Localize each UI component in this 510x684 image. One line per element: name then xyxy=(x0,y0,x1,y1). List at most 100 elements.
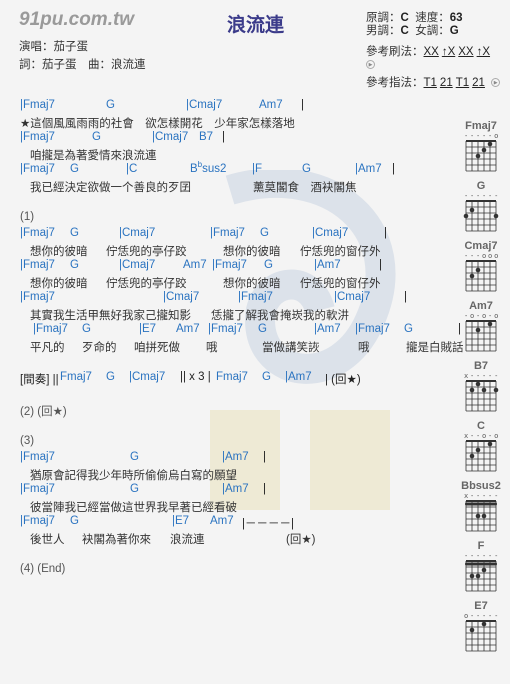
open-muted-string-marks: ---ooo xyxy=(464,252,501,260)
hold-mark: |－－－－| xyxy=(242,518,294,530)
pick-pattern: 參考指法：T1 21 T1 21 ▶ xyxy=(366,74,501,90)
chord-name: G xyxy=(476,180,486,192)
chord: Fmaj7 xyxy=(216,371,248,383)
chord-name: E7 xyxy=(474,600,488,612)
chord: |Am7 xyxy=(314,323,341,335)
lyric: 袂閣為著你來 xyxy=(82,534,151,546)
chord: Bbsus2 xyxy=(190,160,227,175)
chord-diagram-fmaj7: Fmaj7 -----o xyxy=(458,120,504,174)
chord-diagram-bbsus2: Bbsus2 x----- xyxy=(458,480,504,534)
chord: |Am7 xyxy=(285,371,312,383)
bar-line: | xyxy=(384,227,387,239)
chord: G xyxy=(106,99,115,111)
chord: |Am7 xyxy=(222,451,249,463)
open-muted-string-marks: x----- xyxy=(464,492,501,500)
lyric: 哦 xyxy=(358,342,370,354)
section-label: (3) xyxy=(20,435,35,447)
section-label: (1) xyxy=(20,211,35,223)
fretboard-grid xyxy=(465,500,497,532)
fretboard-grid xyxy=(465,380,499,412)
bar-line: | xyxy=(404,291,407,303)
open-muted-string-marks: -o-o-o xyxy=(464,312,501,320)
chord: |Cmaj7 xyxy=(129,371,166,383)
fretboard-grid xyxy=(465,320,497,352)
chord-name: B7 xyxy=(473,360,489,372)
chord-diagram-g: G ------ xyxy=(458,180,504,234)
lyric: 恁攏了解我會掩崁我的軟汫 xyxy=(211,310,349,322)
chord: Am7 xyxy=(176,323,200,335)
bar-line: | xyxy=(301,99,304,111)
chord: |Am7 xyxy=(314,259,341,271)
chord: Am7 xyxy=(183,259,207,271)
chord: G xyxy=(70,227,79,239)
chord: G xyxy=(70,259,79,271)
chord: |Fmaj7 xyxy=(20,515,55,527)
lyric: 想你的彼暗 xyxy=(223,246,281,258)
chord-name: C xyxy=(477,420,485,432)
open-muted-string-marks: x----- xyxy=(464,372,501,380)
lyric: 想你的彼暗 xyxy=(223,278,281,290)
chord-diagram-am7: Am7 -o-o-o xyxy=(458,300,504,354)
chord: |Fmaj7 xyxy=(20,259,55,271)
chord-diagram-cmaj7: Cmaj7 ---ooo xyxy=(458,240,504,294)
chord-name: Fmaj7 xyxy=(465,120,497,132)
lyric: 咱攏是為著愛情來浪流連 xyxy=(30,150,157,162)
chord: |Fmaj7 xyxy=(20,99,55,111)
play-strum-icon[interactable]: ▶ xyxy=(366,60,375,70)
lyric: 當做講笑詼 xyxy=(262,342,320,354)
lyric: 佇恁兜的亭仔跤 xyxy=(106,278,187,290)
lyric: 咱拼死做 xyxy=(134,342,180,354)
lyric: 哦 xyxy=(206,342,218,354)
chord: |Cmaj7 xyxy=(334,291,371,303)
bar-line: | xyxy=(379,259,382,271)
chord: G xyxy=(258,323,267,335)
singer: 演唱：茄子蛋 xyxy=(19,41,88,53)
chord: G xyxy=(302,163,311,175)
chord-diagram-f: F ------ xyxy=(458,540,504,594)
chord: |Cmaj7 xyxy=(119,227,156,239)
fretboard-grid xyxy=(463,200,499,232)
play-pick-icon[interactable]: ▶ xyxy=(491,78,501,88)
chord: G xyxy=(264,259,273,271)
chord: B7 xyxy=(199,131,214,143)
lyric: 平凡的 xyxy=(30,342,65,354)
chord: |Fmaj7 xyxy=(212,259,247,271)
lyric: 其實我生活甲無好我家己攏知影 xyxy=(30,310,191,322)
chord: G xyxy=(70,163,79,175)
lyric: 彼當陣我已經當做這世界我早著已經看破 xyxy=(30,502,237,514)
chord: |Cmaj7 xyxy=(152,131,189,143)
key-info-2: 男調：C 女調：G xyxy=(366,25,459,37)
chord: |Cmaj7 xyxy=(163,291,200,303)
lyric: 想你的彼暗 xyxy=(30,278,88,290)
lyric: 薰莫閣食 酒袂閣焦 xyxy=(253,182,357,194)
bar-line: | xyxy=(263,483,266,495)
chord: |Fmaj7 xyxy=(20,131,55,143)
chord: G xyxy=(92,131,101,143)
chord: |Am7 xyxy=(355,163,382,175)
interlude-label: [間奏] || xyxy=(20,374,59,386)
chord: |Fmaj7 xyxy=(20,163,55,175)
chord: G xyxy=(70,515,79,527)
fretboard-grid xyxy=(465,440,497,472)
chord-name: Cmaj7 xyxy=(464,240,498,252)
open-muted-string-marks: ------ xyxy=(464,192,501,200)
fretboard-grid xyxy=(465,260,497,292)
chord: |Cmaj7 xyxy=(186,99,223,111)
lyric: 佇恁兜的亭仔跤 xyxy=(106,246,187,258)
song-title: 浪流連 xyxy=(227,15,285,36)
lyric: 我已經決定欲做一个善良的歹囝 xyxy=(30,182,191,194)
chord: |F xyxy=(252,163,263,175)
lyric: 佇恁兜的窗仔外 xyxy=(300,246,381,258)
chord: |Fmaj7 xyxy=(238,291,273,303)
lyric: 歹命的 xyxy=(82,342,117,354)
credits: 詞：茄子蛋 曲：浪流連 xyxy=(19,59,146,71)
chord-name: F xyxy=(477,540,485,552)
chord: G xyxy=(262,371,271,383)
chord: G xyxy=(260,227,269,239)
chord: |Fmaj7 xyxy=(20,227,55,239)
site-logo[interactable]: 91pu.com.tw xyxy=(19,9,134,31)
fretboard-grid xyxy=(465,620,497,652)
chord: Fmaj7 xyxy=(60,371,92,383)
repeat-mark: || x 3 | xyxy=(180,371,211,383)
chord: |Fmaj7 xyxy=(33,323,68,335)
